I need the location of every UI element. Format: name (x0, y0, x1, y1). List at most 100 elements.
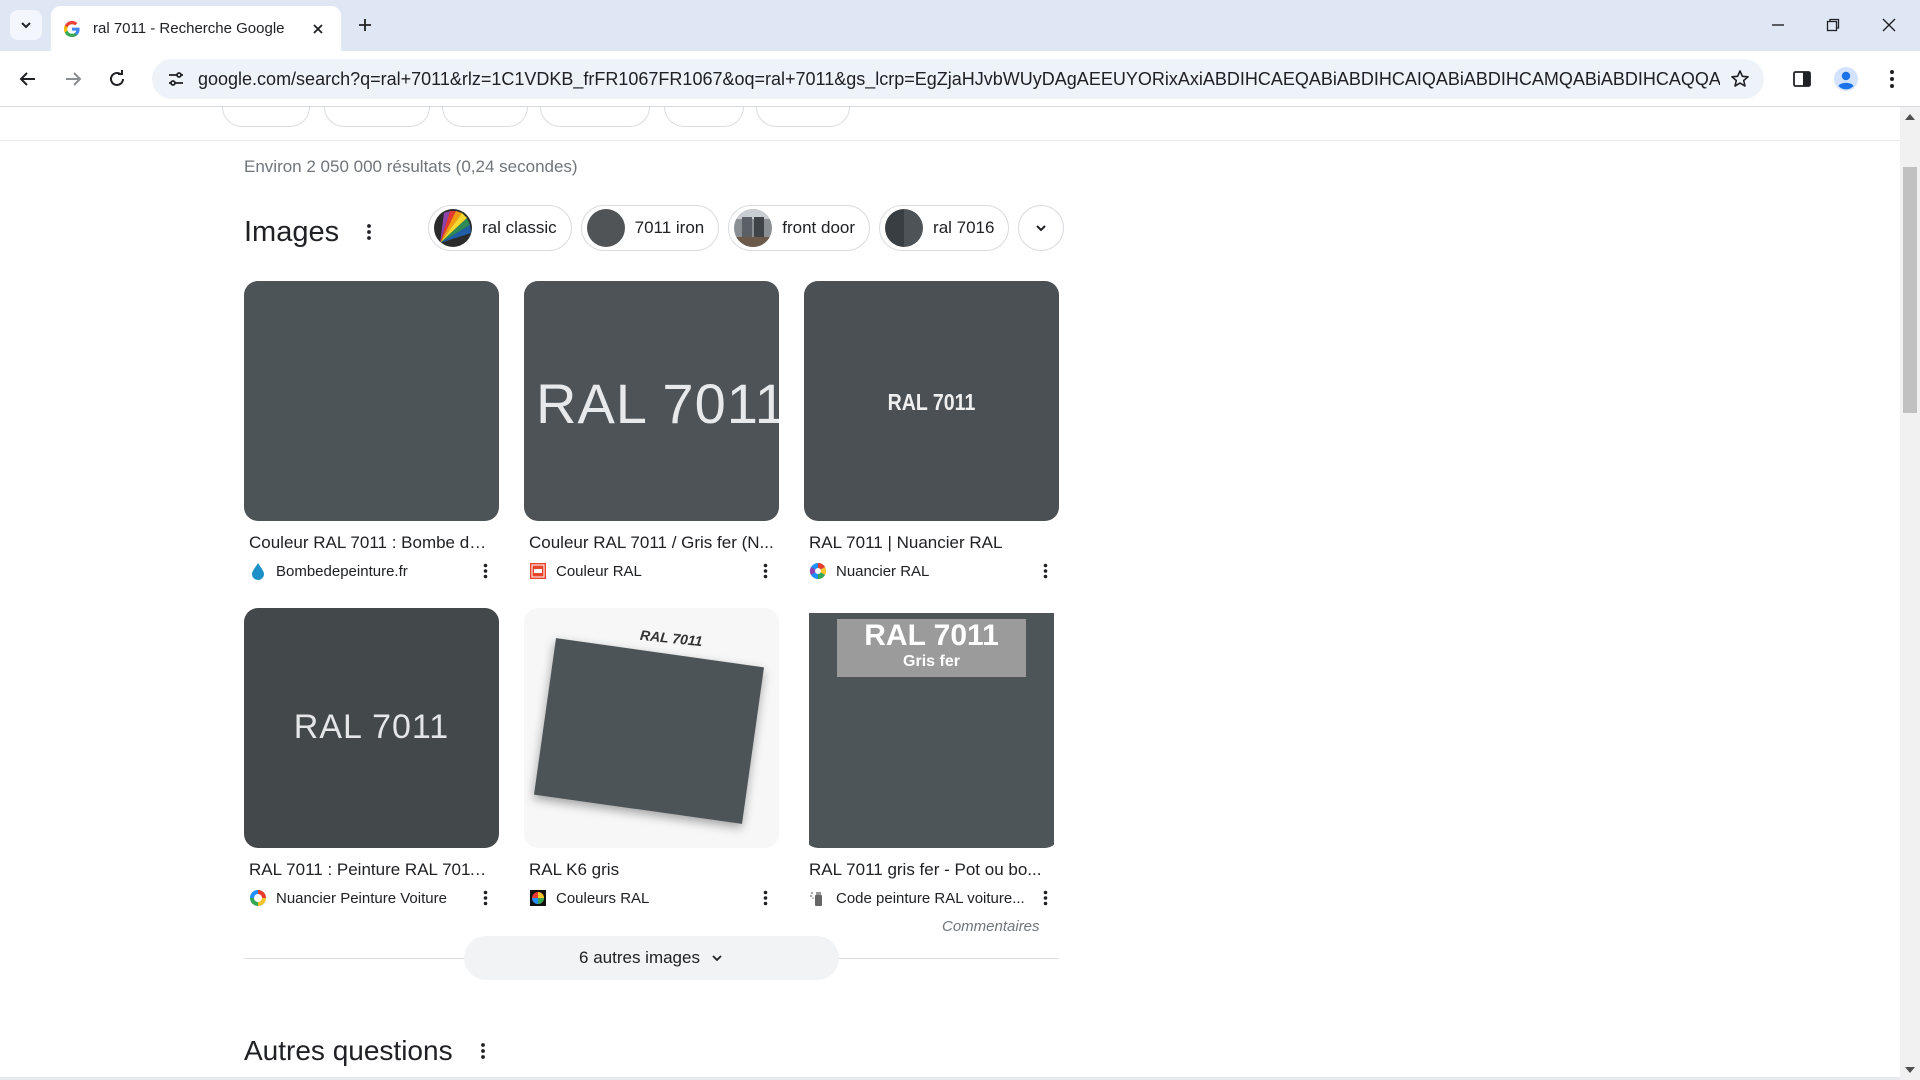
avatar-icon (1834, 67, 1858, 91)
image-filter-chips: ral classic 7011 iron front door ral 701… (428, 205, 1065, 251)
related-questions-title: Autres questions (244, 1035, 453, 1066)
image-result-title[interactable]: Couleur RAL 7011 : Bombe de ... (249, 533, 494, 553)
scroll-down-arrow-icon[interactable] (1900, 1060, 1920, 1080)
result-options-button[interactable] (475, 888, 495, 908)
chip-label: front door (782, 218, 856, 237)
active-tab[interactable]: ral 7011 - Recherche Google (51, 6, 341, 51)
thumbnail-text: RAL 7011 (293, 708, 450, 746)
feedback-link[interactable]: Commentaires (942, 918, 1040, 935)
color-swatch: RAL 7011 Gris fer (809, 613, 1054, 848)
page-scrollbar[interactable] (1900, 107, 1920, 1080)
close-tab-icon[interactable] (307, 18, 329, 40)
image-result-title[interactable]: RAL 7011 gris fer - Pot ou bo... (809, 860, 1054, 880)
questions-options-button[interactable] (471, 1039, 495, 1063)
filter-chip-7011-iron[interactable]: 7011 iron (580, 205, 720, 251)
images-section-title: Images (244, 215, 340, 248)
image-result-source: Nuancier Peinture Voiture (249, 888, 499, 908)
source-name[interactable]: Nuancier RAL (836, 563, 1035, 580)
browser-toolbar: google.com/search?q=ral+7011&rlz=1C1VDKB… (0, 51, 1920, 107)
more-vert-icon (480, 1043, 485, 1059)
images-section-header: Images (244, 209, 381, 255)
url-text[interactable]: google.com/search?q=ral+7011&rlz=1C1VDKB… (198, 69, 1720, 90)
reload-icon (110, 70, 124, 86)
color-swatch (534, 638, 764, 824)
browser-menu-button[interactable] (1876, 63, 1908, 95)
filter-chip-front-door[interactable]: front door (728, 205, 871, 251)
search-tab-chip[interactable] (442, 107, 528, 127)
image-thumbnail[interactable]: RAL 7011 (244, 608, 499, 848)
result-options-button[interactable] (755, 888, 775, 908)
restore-button[interactable] (1813, 8, 1853, 42)
search-tab-chip[interactable] (664, 107, 744, 127)
image-result-title[interactable]: RAL 7011 : Peinture RAL 7011 (... (249, 860, 494, 880)
image-thumbnail[interactable]: RAL 7011 (804, 281, 1059, 521)
image-result-source: Nuancier RAL (809, 561, 1059, 581)
result-options-button[interactable] (1035, 561, 1055, 581)
image-result-card[interactable]: RAL 7011 RAL 7011 | Nuancier RAL Nuancie… (804, 281, 1059, 581)
thumbnail-text: RAL 7011 (639, 626, 704, 650)
source-name[interactable]: Couleurs RAL (556, 890, 755, 907)
image-result-card[interactable]: RAL 7011 RAL K6 gris Couleurs RAL (524, 608, 779, 908)
image-result-card[interactable]: RAL 7011 Couleur RAL 7011 / Gris fer (N.… (524, 281, 779, 581)
color-ring-icon (249, 889, 267, 907)
image-result-card[interactable]: Couleur RAL 7011 : Bombe de ... Bombedep… (244, 281, 499, 581)
minimize-button[interactable] (1758, 8, 1798, 42)
source-name[interactable]: Code peinture RAL voiture... (836, 890, 1035, 907)
bookmark-star-icon[interactable] (1720, 59, 1760, 99)
more-vert-icon (1890, 70, 1894, 88)
thumbnail-text: RAL 7011 (864, 619, 999, 652)
image-thumbnail[interactable]: RAL 7011 (524, 608, 779, 848)
reload-button[interactable] (101, 63, 133, 95)
scrollbar-thumb[interactable] (1903, 167, 1917, 413)
image-result-title[interactable]: RAL K6 gris (529, 860, 774, 880)
image-result-card[interactable]: RAL 7011 RAL 7011 : Peinture RAL 7011 (.… (244, 608, 499, 908)
image-thumbnail[interactable] (244, 281, 499, 521)
search-tab-chip[interactable] (324, 107, 430, 127)
source-name[interactable]: Nuancier Peinture Voiture (276, 890, 475, 907)
source-name[interactable]: Couleur RAL (556, 563, 755, 580)
related-questions-header: Autres questions (244, 1031, 495, 1071)
search-tab-chip[interactable] (756, 107, 850, 127)
site-info-icon[interactable] (156, 59, 196, 99)
minimize-icon (1772, 24, 1784, 26)
chip-label: 7011 iron (634, 218, 705, 237)
scroll-up-arrow-icon[interactable] (1900, 107, 1920, 127)
image-result-source: Couleurs RAL (529, 888, 779, 908)
new-tab-button[interactable] (350, 10, 380, 40)
more-images-button[interactable]: 6 autres images (464, 936, 839, 980)
forward-button[interactable] (57, 63, 89, 95)
image-result-title[interactable]: Couleur RAL 7011 / Gris fer (N... (529, 533, 774, 553)
image-result-card[interactable]: RAL 7011 Gris fer RAL 7011 gris fer - Po… (804, 608, 1059, 908)
expand-chips-button[interactable] (1018, 205, 1065, 251)
tab-search-button[interactable] (10, 10, 42, 40)
color-label-box: RAL 7011 Gris fer (837, 619, 1026, 677)
back-button[interactable] (12, 63, 44, 95)
images-options-button[interactable] (357, 220, 381, 244)
more-vert-icon (1043, 563, 1047, 579)
filter-chip-ral-7016[interactable]: ral 7016 (879, 205, 1010, 251)
image-result-source: Bombedepeinture.fr (249, 561, 499, 581)
close-window-button[interactable] (1869, 8, 1909, 42)
tab-title: ral 7011 - Recherche Google (93, 20, 285, 37)
google-favicon-icon (63, 20, 81, 38)
close-icon (1882, 18, 1896, 32)
chip-thumbnail (434, 209, 472, 247)
image-result-title[interactable]: RAL 7011 | Nuancier RAL (809, 533, 1054, 553)
restore-icon (1826, 18, 1840, 32)
image-thumbnail[interactable]: RAL 7011 (524, 281, 779, 521)
result-options-button[interactable] (755, 561, 775, 581)
search-tab-chip[interactable] (222, 107, 310, 127)
result-options-button[interactable] (475, 561, 495, 581)
page-content: Environ 2 050 000 résultats (0,24 second… (0, 107, 1900, 1080)
search-tab-chip[interactable] (540, 107, 650, 127)
more-vert-icon (483, 890, 487, 906)
result-options-button[interactable] (1035, 888, 1055, 908)
side-panel-button[interactable] (1786, 63, 1818, 95)
filter-chip-ral-classic[interactable]: ral classic (428, 205, 572, 251)
address-bar[interactable]: google.com/search?q=ral+7011&rlz=1C1VDKB… (152, 59, 1764, 99)
chip-label: ral 7016 (933, 218, 995, 237)
image-thumbnail[interactable]: RAL 7011 Gris fer (804, 608, 1059, 848)
thumbnail-text: RAL 7011 (536, 372, 779, 435)
profile-button[interactable] (1830, 63, 1862, 95)
source-name[interactable]: Bombedepeinture.fr (276, 563, 475, 580)
